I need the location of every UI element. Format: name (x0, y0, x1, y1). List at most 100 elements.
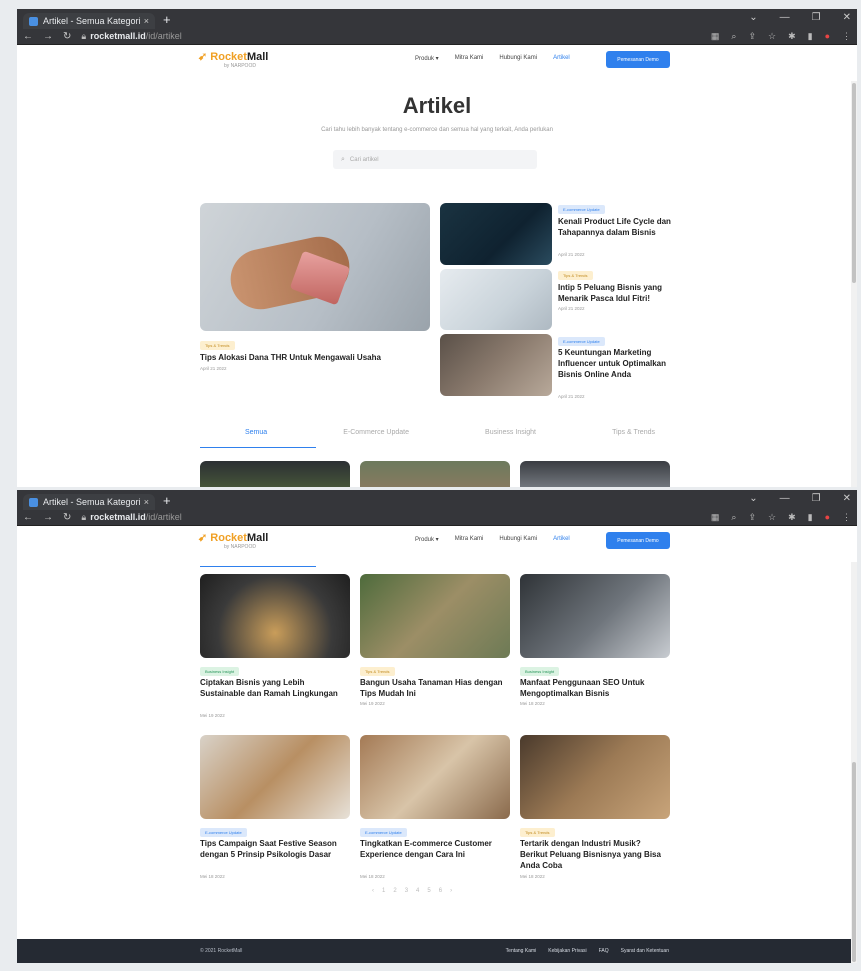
url-field[interactable]: 🔒︎ rocketmall.id/id/artikel (81, 31, 181, 42)
featured-side-image-2[interactable] (440, 269, 552, 330)
featured-main-image[interactable] (200, 203, 430, 331)
nav-mitra[interactable]: Mitra Kami (455, 536, 484, 543)
featured-side-badge-2[interactable]: Tips & Trends (558, 271, 593, 280)
search-input[interactable]: ⌕ Cari artikel (333, 150, 537, 169)
profile-icon[interactable]: ● (825, 512, 830, 523)
featured-side-title-3[interactable]: 5 Keuntungan Marketing Influencer untuk … (558, 347, 678, 380)
article-title-3[interactable]: Manfaat Penggunaan SEO Untuk Mengoptimal… (520, 677, 670, 699)
tab-search-icon[interactable]: ⌄ (749, 493, 757, 504)
tab-tips[interactable]: Tips & Trends (612, 429, 655, 436)
nav-artikel[interactable]: Artikel (553, 55, 570, 62)
sidebar-icon[interactable]: ▮ (808, 31, 813, 42)
close-tab-icon[interactable]: × (144, 16, 149, 26)
article-image-4[interactable] (200, 735, 350, 819)
bookmark-star-icon[interactable]: ☆ (768, 31, 776, 42)
url-field[interactable]: 🔒︎ rocketmall.id/id/artikel (81, 512, 181, 523)
article-badge-1[interactable]: Business Insight (200, 667, 240, 676)
scrollbar[interactable] (851, 81, 857, 487)
article-badge-4[interactable]: E-commerce Update (200, 828, 247, 837)
page-1[interactable]: 1 (382, 888, 385, 894)
article-title-4[interactable]: Tips Campaign Saat Festive Season dengan… (200, 838, 340, 860)
article-image-5[interactable] (360, 735, 510, 819)
site-logo[interactable]: ➹ RocketMall by NARPOOD (198, 50, 268, 69)
scrollbar[interactable] (851, 562, 857, 963)
sidebar-icon[interactable]: ▮ (808, 512, 813, 523)
minimize-icon[interactable]: — (780, 12, 790, 23)
demo-button[interactable]: Pemesanan Demo (606, 51, 670, 68)
maximize-icon[interactable]: ❐ (812, 12, 821, 23)
close-tab-icon[interactable]: × (144, 497, 149, 507)
featured-side-title-2[interactable]: Intip 5 Peluang Bisnis yang Menarik Pasc… (558, 282, 683, 304)
nav-hubungi[interactable]: Hubungi Kami (499, 55, 537, 62)
zoom-icon[interactable]: ⌕ (731, 512, 736, 523)
scrollbar-thumb[interactable] (852, 83, 856, 283)
site-logo[interactable]: ➹ RocketMall by NARPOOD (198, 531, 268, 550)
extensions-icon[interactable]: ✱ (788, 512, 796, 523)
bookmark-star-icon[interactable]: ☆ (768, 512, 776, 523)
share-icon[interactable]: ⇪ (748, 31, 756, 42)
nav-hubungi[interactable]: Hubungi Kami (499, 536, 537, 543)
article-title-5[interactable]: Tingkatkan E-commerce Customer Experienc… (360, 838, 510, 860)
demo-button[interactable]: Pemesanan Demo (606, 532, 670, 549)
maximize-icon[interactable]: ❐ (812, 493, 821, 504)
tab-semua[interactable]: Semua (245, 429, 267, 436)
back-icon[interactable]: ← (23, 31, 33, 42)
article-title-6[interactable]: Tertarik dengan Industri Musik? Berikut … (520, 838, 670, 871)
page-3[interactable]: 3 (405, 888, 408, 894)
close-window-icon[interactable]: ✕ (843, 12, 851, 23)
translate-icon[interactable]: ▦ (711, 512, 720, 523)
new-tab-button[interactable]: + (163, 12, 171, 27)
nav-mitra[interactable]: Mitra Kami (455, 55, 484, 62)
minimize-icon[interactable]: — (780, 493, 790, 504)
translate-icon[interactable]: ▦ (711, 31, 720, 42)
tab-business[interactable]: Business Insight (485, 429, 536, 436)
article-title-1[interactable]: Ciptakan Bisnis yang Lebih Sustainable d… (200, 677, 340, 699)
share-icon[interactable]: ⇪ (748, 512, 756, 523)
nav-produk[interactable]: Produk ▾ (415, 55, 439, 62)
browser-tab[interactable]: Artikel - Semua Kategori × (23, 13, 155, 29)
page-2[interactable]: 2 (393, 888, 396, 894)
scrollbar-thumb[interactable] (852, 762, 856, 962)
footer-link-syarat[interactable]: Syarat dan Ketentuan (621, 948, 669, 954)
close-window-icon[interactable]: ✕ (843, 493, 851, 504)
article-image-2[interactable] (360, 574, 510, 658)
prev-page-icon[interactable]: ‹ (372, 888, 374, 894)
featured-side-badge-1[interactable]: E-commerce Update (558, 205, 605, 214)
page-6[interactable]: 6 (439, 888, 442, 894)
nav-artikel[interactable]: Artikel (553, 536, 570, 543)
profile-icon[interactable]: ● (825, 31, 830, 42)
next-page-icon[interactable]: › (450, 888, 452, 894)
forward-icon[interactable]: → (43, 31, 53, 42)
article-badge-6[interactable]: Tips & Trends (520, 828, 555, 837)
featured-side-badge-3[interactable]: E-commerce Update (558, 337, 605, 346)
footer-link-tentang[interactable]: Tentang Kami (506, 948, 537, 954)
new-tab-button[interactable]: + (163, 493, 171, 508)
article-image-6[interactable] (520, 735, 670, 819)
tab-search-icon[interactable]: ⌄ (749, 12, 757, 23)
page-5[interactable]: 5 (427, 888, 430, 894)
footer-link-privasi[interactable]: Kebijakan Privasi (548, 948, 586, 954)
featured-side-title-1[interactable]: Kenali Product Life Cycle dan Tahapannya… (558, 216, 678, 238)
article-badge-2[interactable]: Tips & Trends (360, 667, 395, 676)
featured-main-badge[interactable]: Tips & Trends (200, 341, 235, 350)
menu-kebab-icon[interactable]: ⋮ (842, 31, 851, 42)
article-image-1[interactable] (200, 574, 350, 658)
browser-tab[interactable]: Artikel - Semua Kategori × (23, 494, 155, 510)
featured-main-title[interactable]: Tips Alokasi Dana THR Untuk Mengawali Us… (200, 352, 440, 363)
tab-ecommerce[interactable]: E-Commerce Update (343, 429, 409, 436)
footer-link-faq[interactable]: FAQ (599, 948, 609, 954)
forward-icon[interactable]: → (43, 512, 53, 523)
article-title-2[interactable]: Bangun Usaha Tanaman Hias dengan Tips Mu… (360, 677, 510, 699)
page-4[interactable]: 4 (416, 888, 419, 894)
article-badge-3[interactable]: Business Insight (520, 667, 560, 676)
zoom-icon[interactable]: ⌕ (731, 31, 736, 42)
back-icon[interactable]: ← (23, 512, 33, 523)
article-image-3[interactable] (520, 574, 670, 658)
featured-side-image-3[interactable] (440, 334, 552, 396)
article-badge-5[interactable]: E-commerce Update (360, 828, 407, 837)
featured-side-image-1[interactable] (440, 203, 552, 265)
extensions-icon[interactable]: ✱ (788, 31, 796, 42)
menu-kebab-icon[interactable]: ⋮ (842, 512, 851, 523)
nav-produk[interactable]: Produk ▾ (415, 536, 439, 543)
reload-icon[interactable]: ↻ (63, 512, 71, 523)
